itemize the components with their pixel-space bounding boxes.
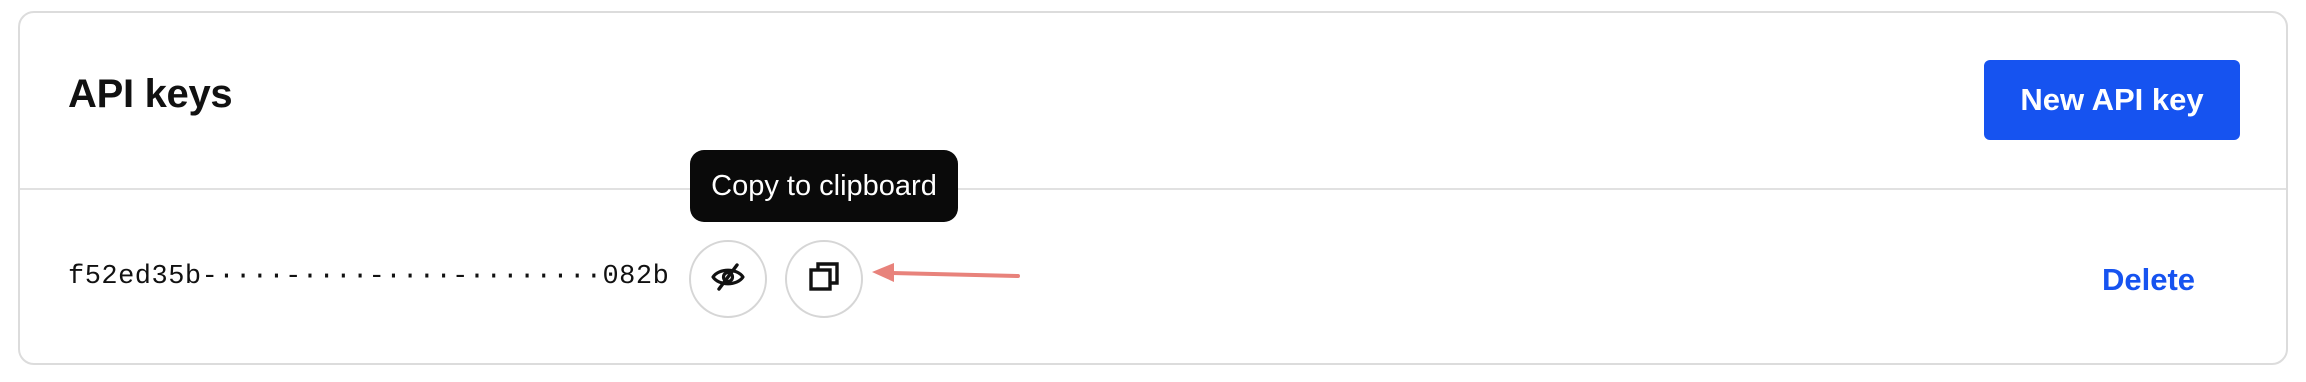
copy-to-clipboard-button[interactable]: [785, 240, 863, 318]
annotation-arrow: [872, 263, 1020, 282]
copy-tooltip: Copy to clipboard: [690, 150, 958, 222]
copy-icon: [807, 260, 841, 299]
page-title: API keys: [68, 72, 233, 116]
eye-off-icon: [710, 259, 746, 300]
toggle-visibility-button[interactable]: [689, 240, 767, 318]
api-key-value: f52ed35b-····-····-····-········082b: [68, 262, 670, 292]
delete-key-link[interactable]: Delete: [2102, 262, 2195, 298]
new-api-key-button[interactable]: New API key: [1984, 60, 2240, 140]
header-divider: [20, 188, 2286, 190]
